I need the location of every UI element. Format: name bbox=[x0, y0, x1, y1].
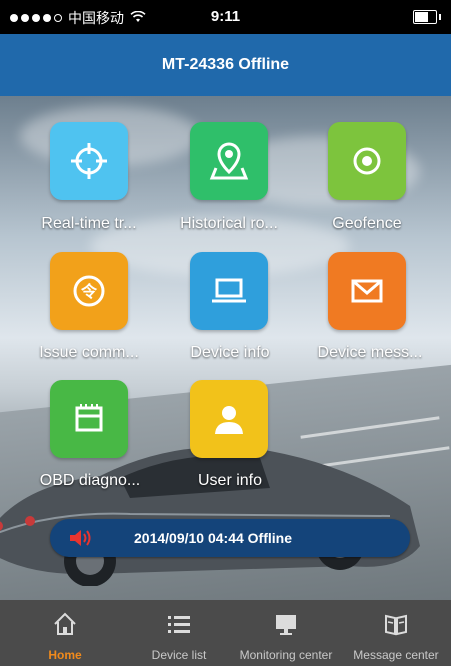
tab-message-center[interactable]: Message center bbox=[344, 600, 448, 666]
page-title: MT-24336 Offline bbox=[161, 56, 290, 73]
crosshair-icon bbox=[71, 143, 107, 179]
real-time-tracking-label: Real-time tr... bbox=[41, 215, 137, 232]
tab-device-list-label: Device list bbox=[151, 648, 207, 662]
map-pin-icon bbox=[209, 142, 249, 180]
notification-text: 2014/09/10 04:44 Offline bbox=[134, 530, 292, 546]
device-message-label: Device mess... bbox=[317, 344, 423, 361]
historical-route-button[interactable] bbox=[190, 122, 268, 200]
tab-message-center-label: Message center bbox=[353, 648, 439, 662]
app-screen: 中国移动 9:11 MT-24336 Offline Real-time tr.… bbox=[0, 0, 451, 666]
issue-command-label: Issue comm... bbox=[39, 344, 139, 361]
user-icon bbox=[215, 406, 243, 434]
status-time: 9:11 bbox=[210, 8, 241, 25]
historical-route-label: Historical ro... bbox=[180, 215, 278, 232]
tab-home[interactable]: Home bbox=[20, 600, 110, 666]
real-time-tracking-button[interactable] bbox=[50, 122, 128, 200]
book-icon bbox=[385, 614, 407, 636]
tab-monitoring-center-label: Monitoring center bbox=[239, 648, 333, 662]
obd-icon bbox=[75, 404, 103, 432]
device-message-button[interactable] bbox=[328, 252, 406, 330]
status-notification[interactable]: 2014/09/10 04:44 Offline bbox=[50, 519, 410, 557]
issue-command-button[interactable]: 令 bbox=[50, 252, 128, 330]
obd-diagnosis-label: OBD diagno... bbox=[39, 472, 141, 489]
home-icon bbox=[54, 612, 76, 635]
status-bar: 中国移动 9:11 bbox=[0, 0, 451, 34]
obd-diagnosis-button[interactable] bbox=[50, 380, 128, 458]
title-bar: MT-24336 Offline bbox=[0, 34, 451, 96]
svg-text:令: 令 bbox=[80, 282, 98, 301]
bottom-tab-bar: Home Device list Monitoring center Messa… bbox=[0, 600, 451, 666]
list-icon bbox=[168, 616, 190, 633]
command-icon: 令 bbox=[73, 275, 105, 307]
speaker-icon bbox=[70, 530, 91, 546]
geofence-label: Geofence bbox=[332, 215, 402, 232]
user-info-label: User info bbox=[197, 472, 263, 489]
battery-icon bbox=[413, 10, 441, 24]
laptop-icon bbox=[212, 278, 246, 303]
target-icon bbox=[353, 147, 381, 175]
monitor-icon bbox=[276, 615, 296, 635]
device-info-label: Device info bbox=[190, 344, 270, 361]
envelope-icon bbox=[351, 279, 383, 303]
device-info-button[interactable] bbox=[190, 252, 268, 330]
tab-device-list[interactable]: Device list bbox=[131, 600, 227, 666]
geofence-button[interactable] bbox=[328, 122, 406, 200]
tab-monitoring-center[interactable]: Monitoring center bbox=[234, 600, 338, 666]
tab-home-label: Home bbox=[48, 648, 82, 662]
user-info-button[interactable] bbox=[190, 380, 268, 458]
